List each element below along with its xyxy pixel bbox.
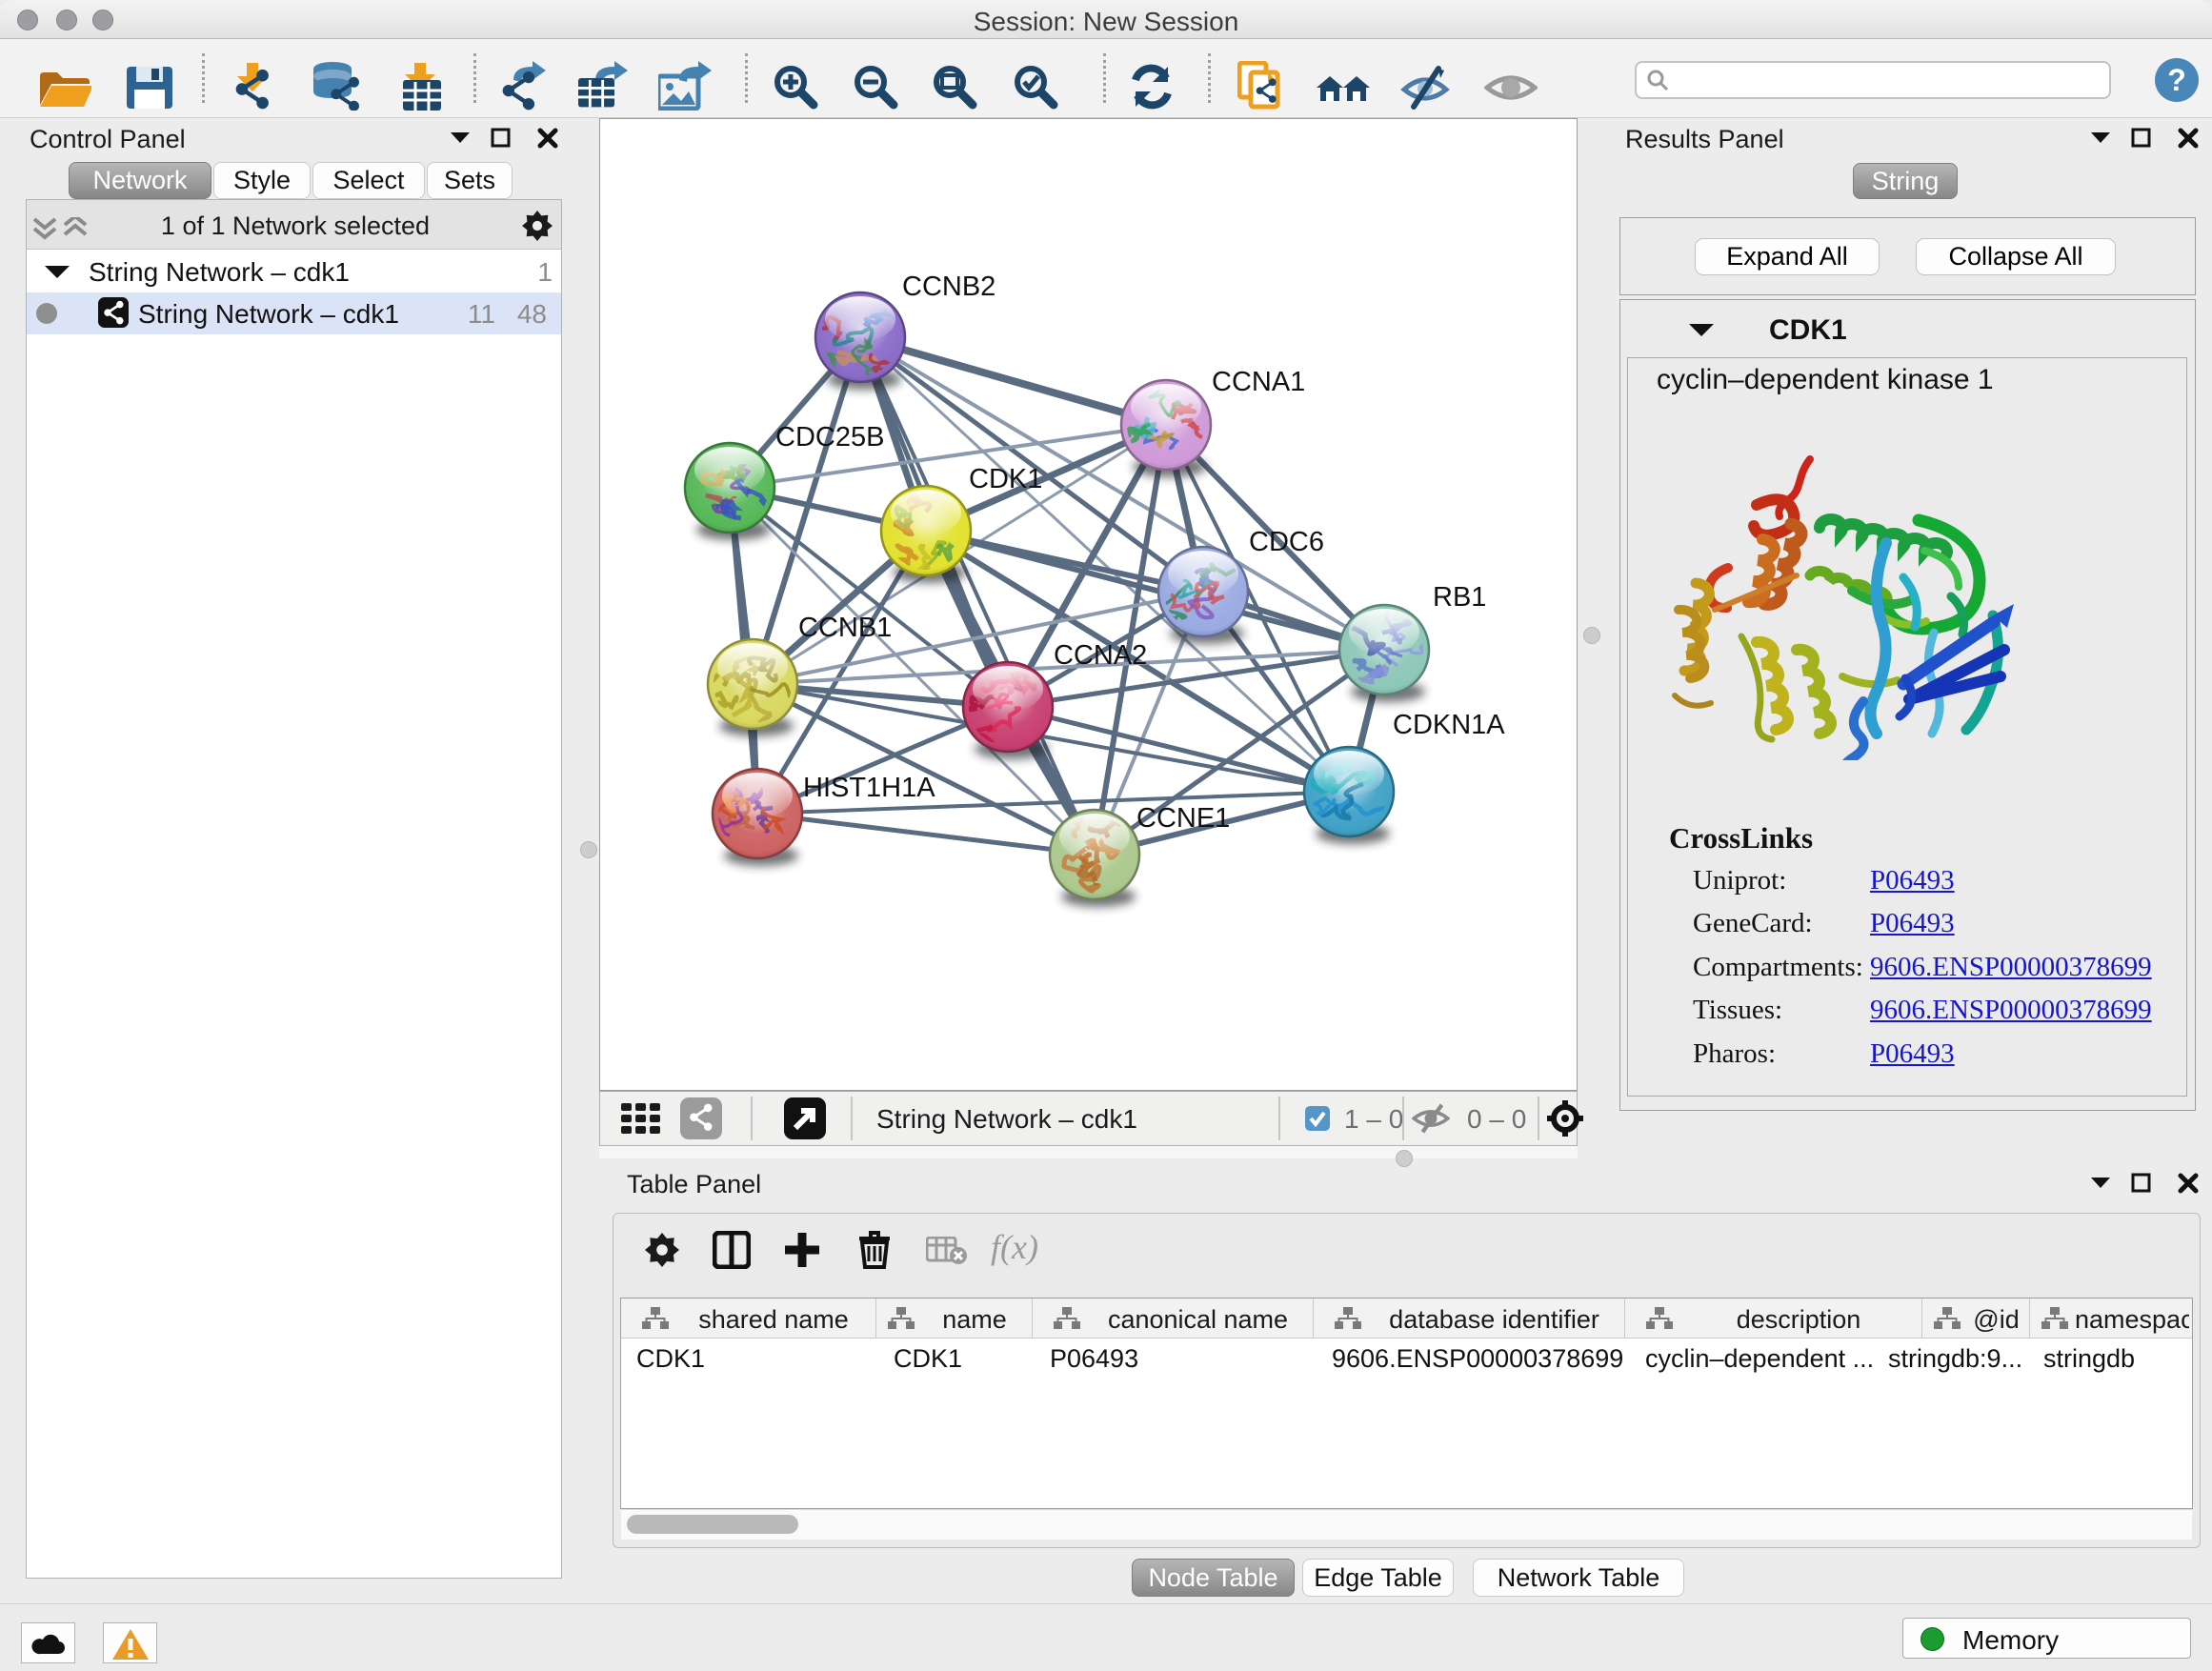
- svg-text:CCNA1: CCNA1: [1212, 367, 1305, 397]
- svg-text:HIST1H1A: HIST1H1A: [803, 773, 935, 803]
- svg-text:CDC25B: CDC25B: [775, 422, 884, 453]
- svg-text:CDK1: CDK1: [969, 464, 1042, 494]
- svg-text:CCNA2: CCNA2: [1054, 640, 1147, 671]
- svg-text:CDKN1A: CDKN1A: [1393, 710, 1505, 740]
- svg-text:CCNE1: CCNE1: [1136, 803, 1230, 834]
- svg-text:CDC6: CDC6: [1249, 527, 1324, 557]
- svg-text:CCNB1: CCNB1: [798, 613, 892, 643]
- svg-text:CCNB2: CCNB2: [902, 272, 995, 302]
- svg-text:RB1: RB1: [1433, 582, 1486, 613]
